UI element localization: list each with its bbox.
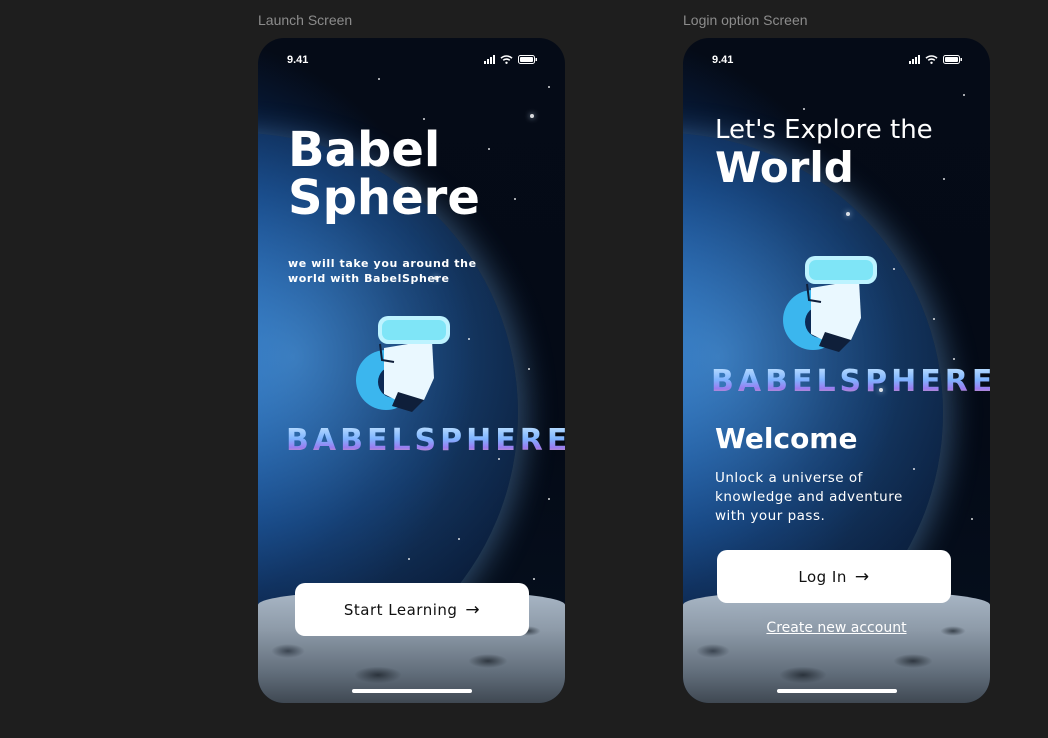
tagline-line1: Unlock a universe of xyxy=(715,470,863,486)
app-subtitle-line2: world with BabelSphere xyxy=(288,272,450,285)
status-time: 9.41 xyxy=(712,54,734,66)
home-indicator xyxy=(776,689,897,693)
moon-surface xyxy=(683,591,990,703)
status-time: 9.41 xyxy=(287,54,309,66)
frame-label-login: Login option Screen xyxy=(683,12,808,28)
start-learning-button[interactable]: Start Learning → xyxy=(295,583,529,636)
cellular-signal-icon xyxy=(909,55,920,64)
home-indicator xyxy=(351,689,472,693)
welcome-tagline: Unlock a universe of knowledge and adven… xyxy=(715,469,903,526)
login-title: Let's Explore the World xyxy=(715,114,933,190)
wifi-icon xyxy=(925,55,938,64)
tagline-line2: knowledge and adventure xyxy=(715,489,903,505)
app-title: Babel Sphere xyxy=(288,126,480,222)
battery-icon xyxy=(518,55,537,64)
start-learning-label: Start Learning xyxy=(343,600,458,619)
brand-wordmark: BABELSPHERE xyxy=(711,364,990,399)
login-screen: 9.41 Let's Explore the World BABELSPHERE… xyxy=(683,38,990,703)
vr-headset-mascot-icon xyxy=(783,256,877,352)
brand-wordmark: BABELSPHERE xyxy=(286,423,565,458)
login-button[interactable]: Log In → xyxy=(717,550,951,603)
login-title-line1: Let's Explore the xyxy=(715,115,933,145)
create-account-link[interactable]: Create new account xyxy=(683,620,990,636)
launch-screen: 9.41 Babel Sphere we will take you aroun… xyxy=(258,38,565,703)
app-title-line2: Sphere xyxy=(288,170,480,226)
status-bar: 9.41 xyxy=(287,54,538,68)
app-title-line1: Babel xyxy=(288,122,441,178)
tagline-line3: with your pass. xyxy=(715,508,826,524)
login-title-line2: World xyxy=(715,143,854,192)
welcome-heading: Welcome xyxy=(715,422,858,455)
status-bar: 9.41 xyxy=(712,54,963,68)
cellular-signal-icon xyxy=(484,55,495,64)
login-label: Log In xyxy=(798,567,847,586)
wifi-icon xyxy=(500,55,513,64)
vr-headset-mascot-icon xyxy=(356,316,450,412)
app-subtitle: we will take you around the world with B… xyxy=(288,256,477,286)
arrow-right-icon: → xyxy=(465,599,481,620)
battery-icon xyxy=(943,55,962,64)
arrow-right-icon: → xyxy=(854,566,870,587)
app-subtitle-line1: we will take you around the xyxy=(288,257,477,270)
frame-label-launch: Launch Screen xyxy=(258,12,353,28)
